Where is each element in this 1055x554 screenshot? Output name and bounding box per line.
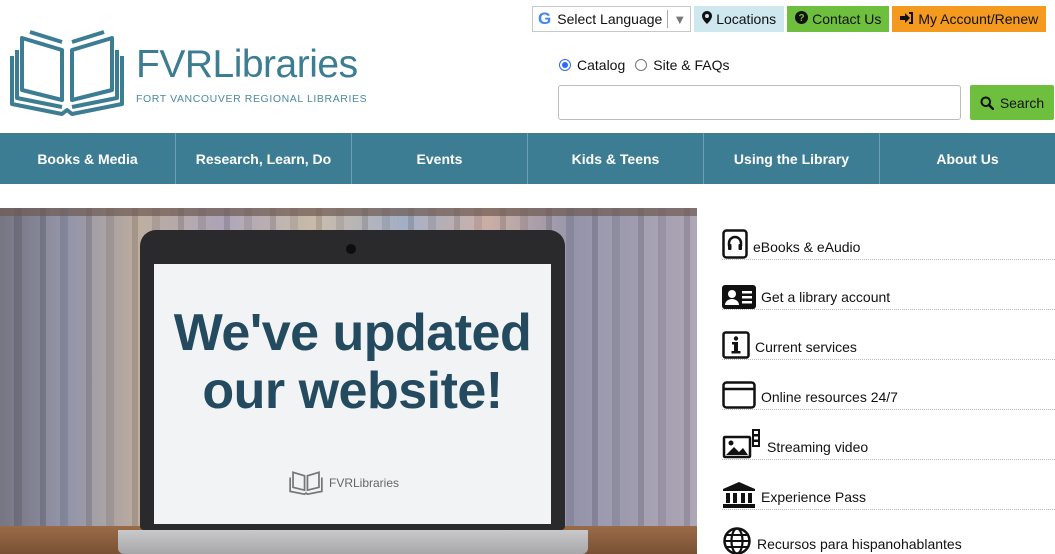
brand-subtitle: FORT VANCOUVER REGIONAL LIBRARIES (136, 93, 368, 105)
search-button-label: Search (999, 94, 1045, 111)
quick-link-label: Current services (755, 339, 857, 355)
quick-link-hispanohablantes[interactable]: Recursos para hispanohablantes (722, 510, 1055, 554)
search-input[interactable] (558, 85, 961, 120)
site-logo[interactable]: FVRLibraries FORT VANCOUVER REGIONAL LIB… (8, 30, 368, 120)
sign-in-icon (900, 11, 914, 27)
hero-headline-line1: We've updated (173, 304, 532, 362)
locations-button[interactable]: Locations (694, 6, 785, 32)
contact-button[interactable]: ? Contact Us (787, 6, 890, 32)
shelf (0, 208, 697, 216)
laptop-camera (346, 244, 356, 254)
nav-using-the-library[interactable]: Using the Library (704, 133, 880, 184)
main-nav: Books & Media Research, Learn, Do Events… (0, 133, 1055, 184)
question-circle-icon: ? (795, 11, 809, 27)
quick-link-label: Experience Pass (761, 489, 867, 505)
hero-banner[interactable]: We've updated our website! FVRLibraries (0, 208, 697, 554)
scope-catalog-label: Catalog (577, 57, 626, 73)
google-translate-icon: G (538, 9, 552, 28)
svg-text:?: ? (799, 13, 805, 24)
quick-links: eBooks & eAudio Get a library account Cu… (722, 210, 1055, 554)
quick-link-label: Recursos para hispanohablantes (757, 536, 962, 552)
account-button[interactable]: My Account/Renew (892, 6, 1047, 32)
browser-window-icon (722, 381, 756, 409)
screen-logo: FVRLibraries (289, 470, 399, 496)
brand-name: FVRLibraries (136, 43, 358, 86)
tablet-headphones-icon (722, 229, 748, 259)
quick-link-online-resources[interactable]: Online resources 24/7 (722, 360, 1055, 410)
contact-label: Contact Us (812, 11, 882, 27)
quick-link-label: Streaming video (767, 439, 869, 455)
open-book-logo-icon (289, 471, 323, 496)
quick-link-label: eBooks & eAudio (753, 239, 861, 255)
globe-icon (722, 526, 752, 554)
caret-down-icon: ▼ (673, 11, 687, 27)
museum-icon (722, 481, 756, 509)
scope-site-faqs-label: Site & FAQs (653, 57, 730, 73)
scope-site-faqs[interactable]: Site & FAQs (635, 57, 730, 73)
laptop-keyboard (118, 530, 588, 554)
divider (667, 10, 669, 28)
locations-label: Locations (716, 11, 777, 27)
quick-link-label: Online resources 24/7 (761, 389, 898, 405)
radio-catalog[interactable] (559, 59, 571, 71)
hero-headline: We've updated our website! (154, 304, 551, 420)
language-select-label: Select Language (557, 11, 663, 27)
id-card-icon (722, 285, 756, 309)
laptop-screen: We've updated our website! FVRLibraries (154, 264, 551, 524)
radio-site-faqs[interactable] (635, 59, 648, 71)
quick-link-current-services[interactable]: Current services (722, 310, 1055, 360)
film-image-icon (722, 429, 762, 459)
screen-logo-text: FVRLibraries (329, 476, 400, 490)
nav-research-learn-do[interactable]: Research, Learn, Do (176, 133, 352, 184)
language-select[interactable]: G Select Language ▼ (532, 6, 692, 32)
laptop: We've updated our website! FVRLibraries (140, 230, 565, 530)
quick-link-streaming-video[interactable]: Streaming video (722, 410, 1055, 460)
quick-link-experience-pass[interactable]: Experience Pass (722, 460, 1055, 510)
nav-kids-teens[interactable]: Kids & Teens (528, 133, 704, 184)
utility-bar: G Select Language ▼ Locations ? Contact … (532, 6, 1047, 34)
scope-catalog[interactable]: Catalog (559, 57, 625, 73)
hero-headline-line2: our website! (202, 362, 503, 420)
map-pin-icon (702, 11, 713, 27)
account-label: My Account/Renew (918, 11, 1039, 27)
quick-link-library-account[interactable]: Get a library account (722, 260, 1055, 310)
quick-link-label: Get a library account (761, 289, 891, 305)
info-icon (722, 331, 750, 359)
nav-about-us[interactable]: About Us (880, 133, 1055, 184)
quick-link-ebooks[interactable]: eBooks & eAudio (722, 210, 1055, 260)
search-button[interactable]: Search (970, 85, 1054, 120)
nav-books-media[interactable]: Books & Media (0, 133, 176, 184)
open-book-logo-icon (10, 30, 124, 116)
search-scope: Catalog Site & FAQs (559, 57, 740, 73)
nav-events[interactable]: Events (352, 133, 528, 184)
search-icon (980, 96, 994, 110)
